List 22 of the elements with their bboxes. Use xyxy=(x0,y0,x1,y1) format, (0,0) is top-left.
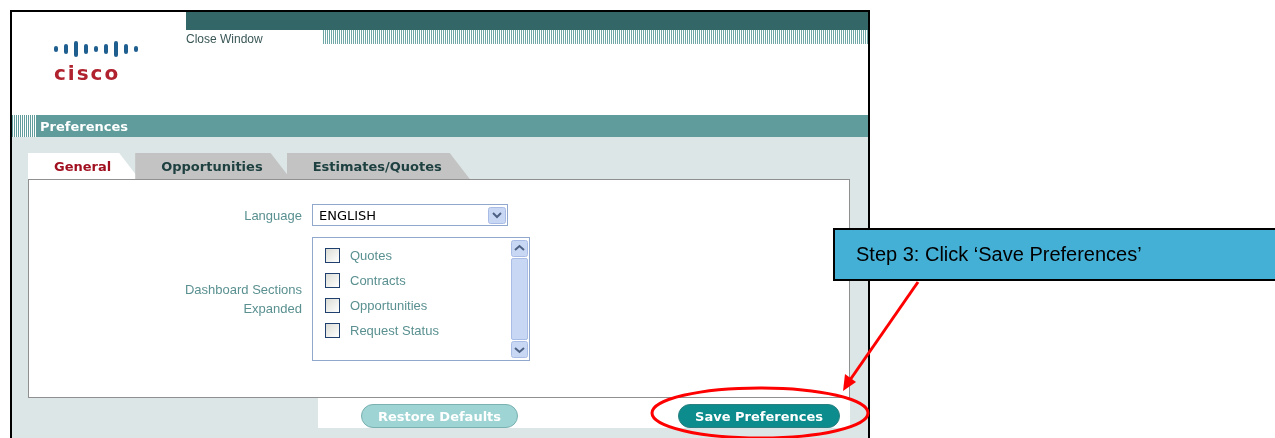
action-button[interactable]: Save Preferences xyxy=(678,404,840,428)
callout-box: Step 3: Click ‘Save Preferences’ xyxy=(833,228,1275,281)
scroll-up-icon[interactable] xyxy=(511,240,528,257)
checkbox-label: Quotes xyxy=(350,248,392,263)
checkbox[interactable] xyxy=(325,273,340,288)
scrollbar[interactable] xyxy=(510,238,529,360)
checkbox-label: Request Status xyxy=(350,323,439,338)
language-select[interactable]: ENGLISH xyxy=(312,204,508,226)
checkbox[interactable] xyxy=(325,323,340,338)
scroll-thumb[interactable] xyxy=(511,258,528,340)
scroll-down-icon[interactable] xyxy=(511,341,528,358)
checkbox-label: Contracts xyxy=(350,273,406,288)
checkbox[interactable] xyxy=(325,248,340,263)
hatched-strip xyxy=(12,115,36,137)
language-label: Language xyxy=(243,206,302,225)
section-title: Preferences xyxy=(40,118,128,134)
tab[interactable]: Estimates/Quotes xyxy=(286,153,470,179)
checkbox[interactable] xyxy=(325,298,340,313)
close-window-link[interactable]: Close Window xyxy=(186,30,323,46)
logo-text: cisco xyxy=(54,62,121,84)
dashboard-sections-label: Dashboard Sections Expanded xyxy=(183,281,302,318)
checkbox-label: Opportunities xyxy=(350,298,428,313)
